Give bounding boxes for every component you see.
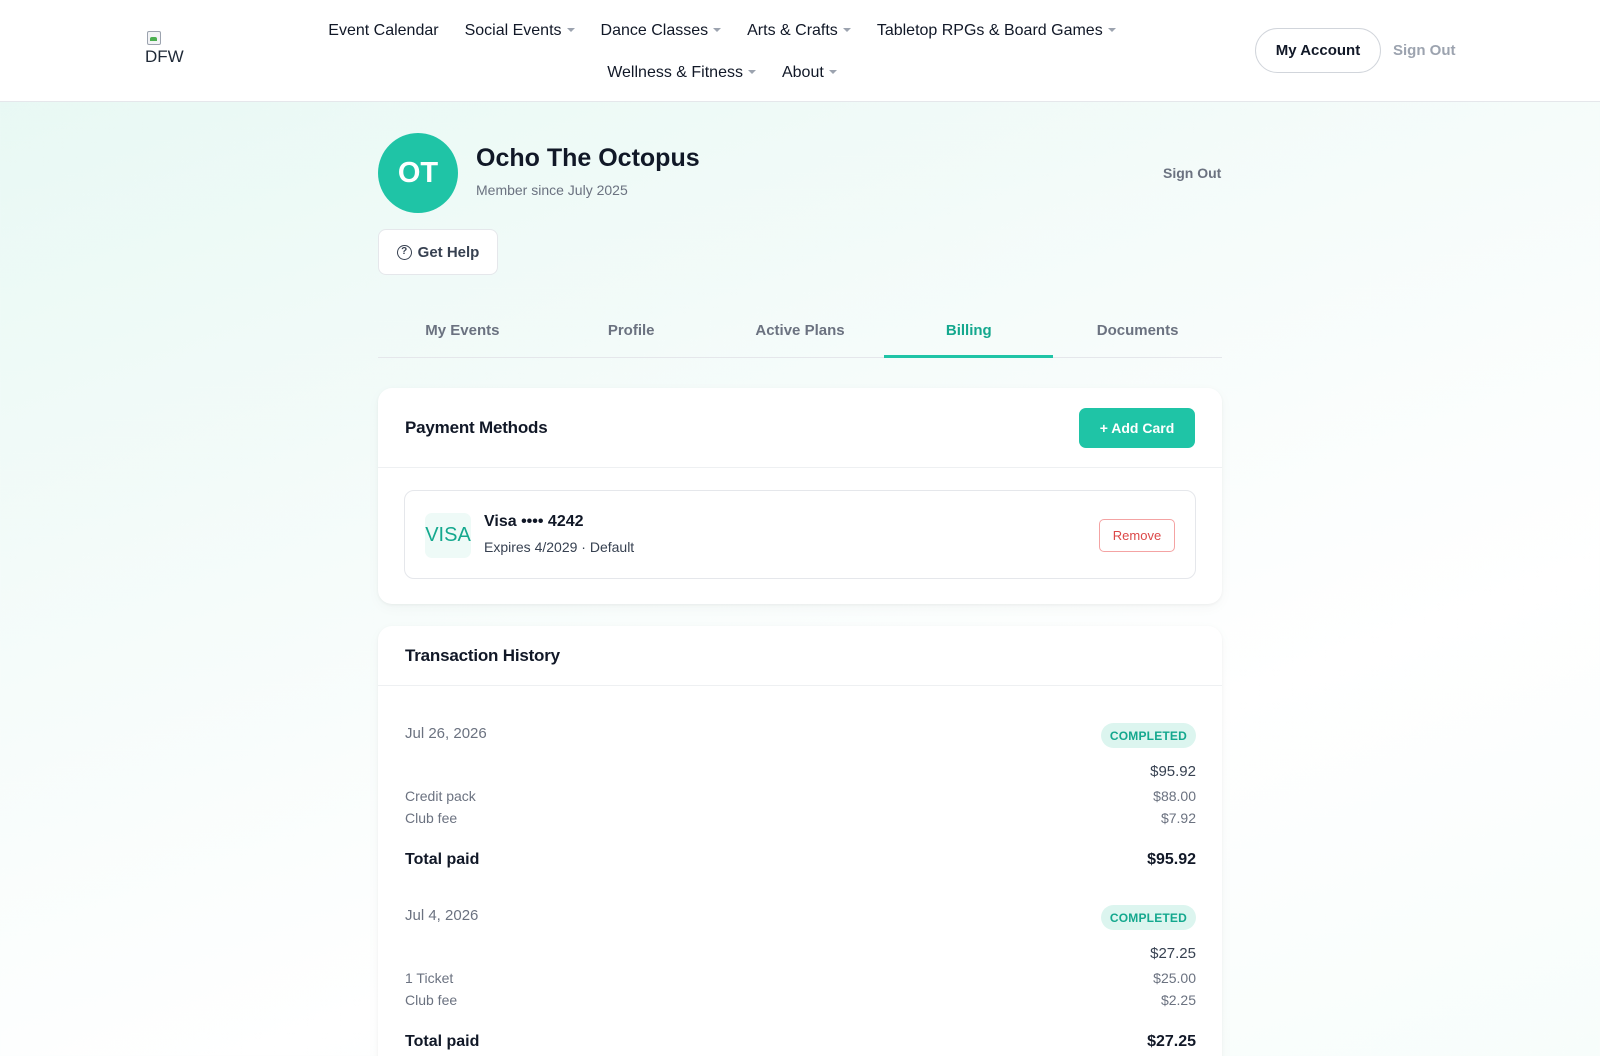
payment-methods-card: Payment Methods + Add Card VISA Visa •••… xyxy=(378,388,1222,604)
get-help-button[interactable]: ? Get Help xyxy=(378,229,498,275)
main-menu: Event Calendar Social Events Dance Class… xyxy=(238,18,1206,102)
site-logo[interactable]: DFW xyxy=(145,29,195,69)
avatar: OT xyxy=(378,133,458,213)
caret-down-icon xyxy=(747,70,756,74)
get-help-label: Get Help xyxy=(417,243,480,261)
nav-item-label: Arts & Crafts xyxy=(747,22,838,39)
nav-item-label: Wellness & Fitness xyxy=(607,64,743,81)
tab-billing[interactable]: Billing xyxy=(884,310,1053,358)
nav-item-social-events[interactable]: Social Events xyxy=(452,18,588,60)
transaction-date: Jul 26, 2026 xyxy=(405,725,487,742)
nav-item-label: Tabletop RPGs & Board Games xyxy=(876,22,1103,39)
line-item-amount: $25.00 xyxy=(1153,970,1196,986)
transaction-date: Jul 4, 2026 xyxy=(405,907,479,924)
transaction-history-card: Transaction History Jul 26, 2026 COMPLET… xyxy=(378,626,1222,1056)
top-navigation-bar: DFW Event Calendar Social Events Dance C… xyxy=(0,0,1600,102)
nav-item-wellness-fitness[interactable]: Wellness & Fitness xyxy=(594,60,769,102)
profile-sign-out-link[interactable]: Sign Out xyxy=(1163,165,1221,181)
line-item-label: 1 Ticket xyxy=(405,970,454,986)
transaction-amount: $95.92 xyxy=(1150,763,1196,780)
caret-down-icon xyxy=(842,28,851,32)
tab-profile[interactable]: Profile xyxy=(547,310,716,357)
transaction-history-header: Transaction History xyxy=(378,626,1222,686)
remove-card-button[interactable]: Remove xyxy=(1099,519,1175,552)
line-item-amount: $7.92 xyxy=(1160,810,1196,826)
nav-item-label: Event Calendar xyxy=(328,22,439,39)
caret-down-icon xyxy=(828,70,837,74)
nav-item-arts-crafts[interactable]: Arts & Crafts xyxy=(734,18,864,60)
nav-item-label: About xyxy=(781,64,824,81)
tab-my-events[interactable]: My Events xyxy=(378,310,547,357)
visa-card-icon: VISA xyxy=(425,513,471,558)
broken-image-icon xyxy=(145,29,161,45)
account-tabs: My Events Profile Active Plans Billing D… xyxy=(378,310,1222,358)
profile-name: Ocho The Octopus xyxy=(476,144,700,172)
line-item-amount: $88.00 xyxy=(1153,788,1196,804)
card-expiry: Expires 4/2029 · Default xyxy=(484,539,635,555)
nav-item-label: Dance Classes xyxy=(600,22,709,39)
transaction-item: Jul 26, 2026 COMPLETED $95.92 Credit pac… xyxy=(405,723,1196,883)
total-paid-amount: $95.92 xyxy=(1147,851,1196,868)
nav-item-label: Social Events xyxy=(464,22,562,39)
member-since-text: Member since July 2025 xyxy=(476,182,628,198)
status-badge: COMPLETED xyxy=(1100,905,1196,930)
card-label: Visa •••• 4242 xyxy=(484,513,584,530)
tab-active-plans[interactable]: Active Plans xyxy=(716,310,885,357)
nav-item-event-calendar[interactable]: Event Calendar xyxy=(315,18,451,60)
nav-sign-out-link[interactable]: Sign Out xyxy=(1393,42,1456,59)
payment-methods-title: Payment Methods xyxy=(405,418,548,437)
total-paid-amount: $27.25 xyxy=(1147,1033,1196,1050)
status-badge: COMPLETED xyxy=(1100,723,1196,748)
line-item-label: Club fee xyxy=(405,992,458,1008)
add-card-button[interactable]: + Add Card xyxy=(1079,408,1195,448)
total-paid-label: Total paid xyxy=(405,1033,480,1050)
transaction-history-title: Transaction History xyxy=(405,646,560,665)
caret-down-icon xyxy=(1107,28,1116,32)
line-item-label: Club fee xyxy=(405,810,458,826)
nav-item-dance-classes[interactable]: Dance Classes xyxy=(588,18,735,60)
total-paid-label: Total paid xyxy=(405,851,480,868)
tab-documents[interactable]: Documents xyxy=(1053,310,1222,357)
transaction-amount: $27.25 xyxy=(1150,945,1196,962)
nav-item-tabletop-rpgs[interactable]: Tabletop RPGs & Board Games xyxy=(864,18,1129,60)
saved-card: VISA Visa •••• 4242 Expires 4/2029 · Def… xyxy=(404,490,1196,579)
line-item-amount: $2.25 xyxy=(1160,992,1196,1008)
transaction-item: Jul 4, 2026 COMPLETED $27.25 1 Ticket $2… xyxy=(405,905,1196,1056)
caret-down-icon xyxy=(713,28,722,32)
question-circle-icon: ? xyxy=(396,244,412,260)
logo-alt-text: DFW xyxy=(145,47,184,66)
my-account-button[interactable]: My Account xyxy=(1255,28,1381,73)
caret-down-icon xyxy=(566,28,575,32)
payment-methods-header: Payment Methods + Add Card xyxy=(378,388,1222,468)
nav-item-about[interactable]: About xyxy=(769,60,850,102)
line-item-label: Credit pack xyxy=(405,788,476,804)
